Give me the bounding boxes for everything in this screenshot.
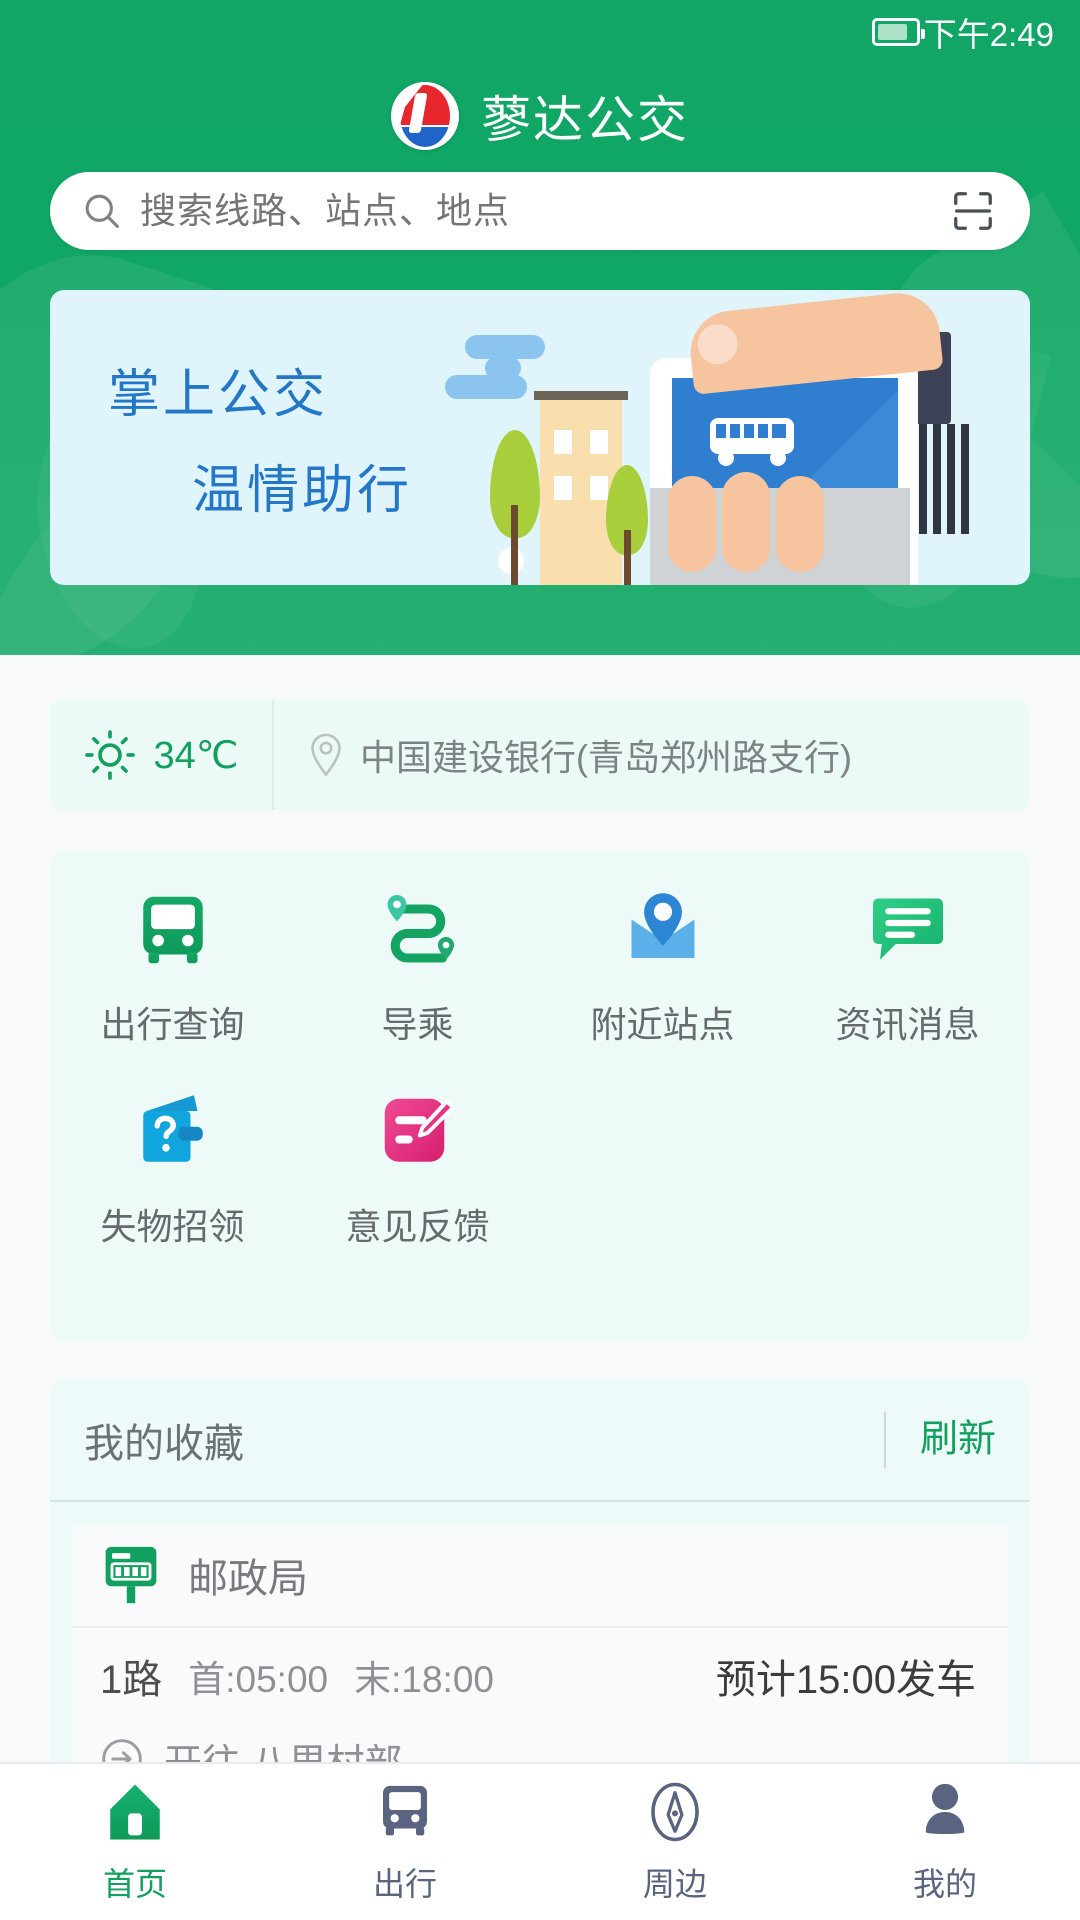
battery-icon <box>871 18 925 46</box>
message-bubble-icon <box>872 898 943 960</box>
feature-label: 导乘 <box>381 1004 454 1045</box>
finger-illustration <box>722 472 770 572</box>
home-icon <box>110 1784 160 1840</box>
search-input[interactable] <box>140 190 950 232</box>
cloud-decoration <box>445 335 545 399</box>
feature-item-news[interactable]: 资讯消息 <box>785 888 1030 1048</box>
favorite-route-row[interactable]: 1路 首:05:00 末:18:00 预计15:00发车 <box>72 1628 1008 1724</box>
bus-icon <box>383 1785 427 1836</box>
feature-item-nearby-stops[interactable]: 附近站点 <box>540 888 785 1048</box>
route-number: 1路 <box>100 1658 163 1702</box>
bus-stop-sign-icon <box>105 1546 157 1604</box>
tab-label: 周边 <box>642 1866 707 1902</box>
person-icon <box>925 1783 965 1834</box>
status-bar: 下午2:49 <box>0 0 1080 64</box>
location-name: 中国建设银行(青岛郑州路支行) <box>360 737 852 778</box>
banner-line-1: 掌上公交 <box>108 366 329 424</box>
status-clock: 下午2:49 <box>923 16 1054 53</box>
feature-item-guide-ride[interactable]: 导乘 <box>295 888 540 1048</box>
tab-travel[interactable]: 出行 <box>270 1764 540 1920</box>
feature-item-feedback[interactable]: 意见反馈 <box>295 1090 540 1250</box>
feature-label: 意见反馈 <box>345 1206 490 1247</box>
tab-mine[interactable]: 我的 <box>810 1764 1080 1920</box>
favorites-title: 我的收藏 <box>84 1422 244 1466</box>
route-first-time: 首:05:00 <box>188 1659 329 1700</box>
feature-label: 失物招领 <box>100 1206 245 1247</box>
app-name: 蓼达公交 <box>481 92 689 148</box>
app-root: 下午2:49 蓼达公交 掌上公交 温情助行 <box>0 0 1080 1920</box>
weather-section[interactable]: 34℃ <box>50 700 274 810</box>
feedback-edit-icon <box>384 1098 455 1162</box>
tab-label: 出行 <box>372 1866 437 1902</box>
bottom-tab-bar: 首页 出行 周边 我的 <box>0 1762 1080 1920</box>
route-last-time: 末:18:00 <box>354 1659 494 1700</box>
map-pin-icon <box>631 893 694 958</box>
finger-illustration <box>668 476 716 572</box>
location-section[interactable]: 中国建设银行(青岛郑州路支行) <box>274 700 1030 810</box>
favorites-card: 我的收藏 刷新 邮政局 1路 首:05:00 末:18:00 预计15:00发车 <box>50 1380 1030 1800</box>
tree-trunk <box>624 530 631 585</box>
promo-banner[interactable]: 掌上公交 温情助行 <box>50 290 1030 585</box>
refresh-button[interactable]: 刷新 <box>883 1411 996 1469</box>
favorite-stop-name: 邮政局 <box>188 1557 308 1601</box>
feature-item-lost-and-found[interactable]: 失物招领 <box>50 1090 295 1250</box>
location-pin-icon <box>311 733 341 777</box>
app-logo-icon <box>391 82 459 150</box>
feature-grid: 出行查询 导乘 附近站点 资讯消息 失物招领 意见反馈 <box>50 888 1030 1250</box>
favorites-header: 我的收藏 刷新 <box>50 1380 1030 1502</box>
tab-label: 我的 <box>912 1866 977 1902</box>
tab-nearby[interactable]: 周边 <box>540 1764 810 1920</box>
sun-icon <box>84 730 135 780</box>
compass-icon <box>651 1782 699 1842</box>
temperature-value: 34℃ <box>153 734 239 777</box>
app-title-bar: 蓼达公交 <box>0 80 1080 152</box>
route-path-icon <box>387 895 454 963</box>
wallet-question-icon <box>142 1095 203 1162</box>
feature-item-travel-query[interactable]: 出行查询 <box>50 888 295 1048</box>
bus-front-icon <box>142 896 203 964</box>
route-eta: 预计15:00发车 <box>715 1658 976 1702</box>
tab-label: 首页 <box>102 1866 167 1902</box>
favorite-stop-row[interactable]: 邮政局 <box>72 1524 1008 1628</box>
feature-label: 附近站点 <box>590 1004 735 1045</box>
finger-illustration <box>776 476 824 572</box>
tab-home[interactable]: 首页 <box>0 1764 270 1920</box>
bus-glyph-icon <box>710 418 794 466</box>
favorite-list-item[interactable]: 邮政局 1路 首:05:00 末:18:00 预计15:00发车 开往 八里村部 <box>72 1524 1008 1794</box>
feature-label: 资讯消息 <box>835 1004 980 1045</box>
feature-grid-card: 出行查询 导乘 附近站点 资讯消息 失物招领 意见反馈 <box>50 852 1030 1342</box>
search-bar[interactable] <box>50 172 1030 250</box>
scan-qr-icon[interactable] <box>950 188 996 234</box>
tree-trunk <box>511 505 518 585</box>
weather-location-bar[interactable]: 34℃ 中国建设银行(青岛郑州路支行) <box>50 700 1030 810</box>
banner-line-2: 温情助行 <box>192 462 413 520</box>
feature-label: 出行查询 <box>100 1004 245 1045</box>
search-icon <box>85 194 119 228</box>
